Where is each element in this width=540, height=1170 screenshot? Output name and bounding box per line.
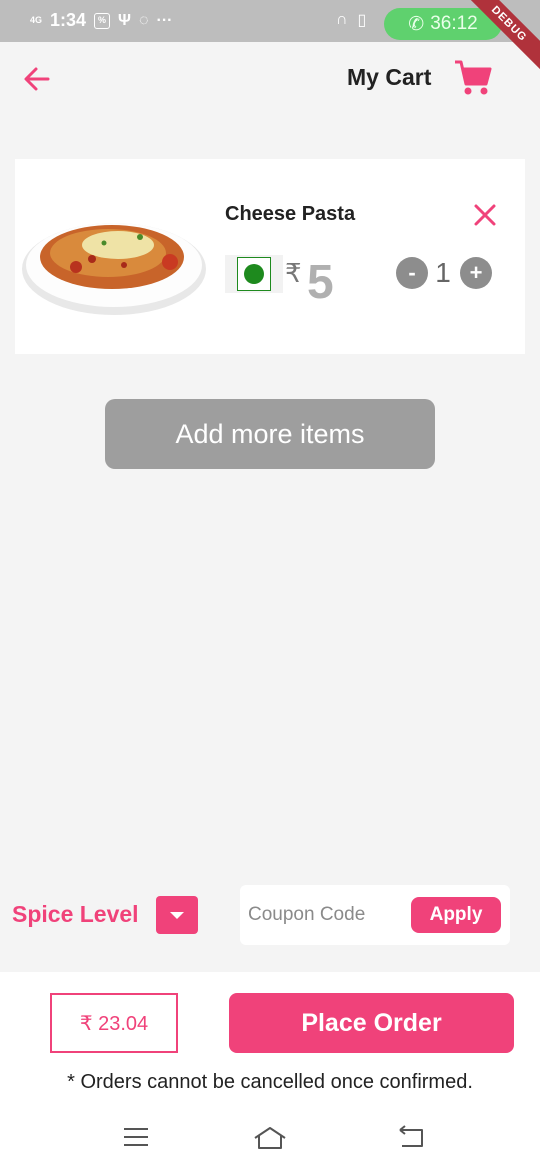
page-title: My Cart (347, 64, 432, 90)
coupon-code-input[interactable] (248, 899, 408, 931)
status-bar: 4G 1:34 % Ψ ◌ ··· ∩ ▯ ✆ 36:12 DEBUG (0, 0, 540, 78)
call-timer: 36:12 (430, 13, 478, 34)
more-notifications-icon: ··· (156, 11, 173, 29)
total-amount: 23.04 (98, 1013, 149, 1035)
close-icon (474, 204, 496, 226)
status-left: 4G 1:34 % Ψ ◌ ··· (30, 10, 173, 31)
notification-icon: % (94, 12, 111, 29)
coupon-container: Apply (240, 885, 510, 945)
remove-item-button[interactable] (472, 202, 498, 228)
order-total: ₹ 23.04 (50, 993, 178, 1053)
whatsapp-icon: ◌ (139, 11, 149, 29)
home-icon[interactable] (252, 1124, 288, 1152)
back-button[interactable] (20, 62, 54, 96)
price-currency: ₹ (285, 259, 302, 289)
recent-apps-icon[interactable] (122, 1126, 150, 1148)
cart-item-card: Cheese Pasta ₹ 5 - 1 + (15, 159, 525, 354)
apply-coupon-button[interactable]: Apply (411, 897, 501, 933)
item-name: Cheese Pasta (225, 203, 356, 225)
phone-wifi-icon: ✆ (408, 13, 425, 35)
veg-icon (237, 257, 271, 291)
total-currency: ₹ (79, 1011, 93, 1035)
increase-quantity-button[interactable]: + (460, 257, 492, 289)
place-order-button[interactable]: Place Order (229, 993, 514, 1053)
veg-indicator (225, 255, 283, 293)
spice-level-label: Spice Level (12, 901, 139, 927)
arrow-left-icon (24, 67, 50, 91)
spice-level-dropdown[interactable] (156, 896, 198, 934)
pasta-plate-image (22, 223, 206, 315)
system-back-icon[interactable] (396, 1124, 426, 1150)
headset-icon: ∩ (336, 11, 348, 28)
status-right: ∩ ▯ (336, 10, 366, 30)
cancellation-disclaimer: * Orders cannot be cancelled once confir… (67, 1071, 473, 1093)
status-time: 1:34 (50, 10, 87, 30)
cart-button[interactable] (452, 57, 494, 99)
quantity-value: 1 (435, 257, 451, 288)
decrease-quantity-button[interactable]: - (396, 257, 428, 289)
vibrate-icon: ▯ (357, 12, 367, 29)
veg-dot (244, 264, 264, 284)
network-indicator: 4G (30, 15, 43, 25)
item-price: 5 (307, 256, 334, 309)
shopping-cart-icon (455, 60, 492, 95)
usb-icon: Ψ (118, 11, 131, 29)
add-more-items-button[interactable]: Add more items (105, 399, 435, 469)
